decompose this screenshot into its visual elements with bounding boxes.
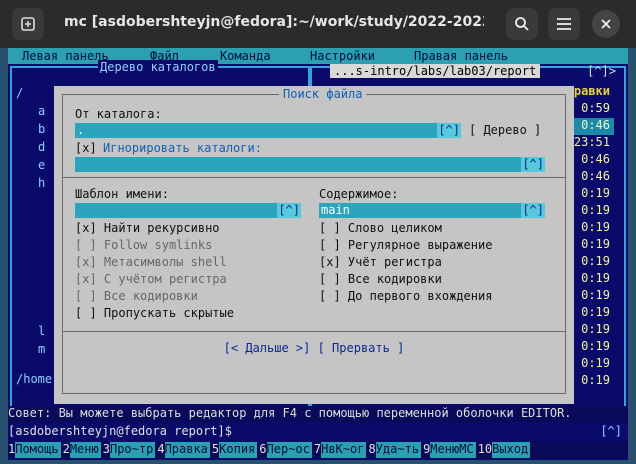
prompt-text: [asdobershteyjn@fedora report]$ bbox=[8, 424, 232, 438]
fkey-copy[interactable]: 5 Копия bbox=[212, 442, 258, 458]
terminal-area: Левая панель Файл Команда Настройки Прав… bbox=[8, 48, 628, 460]
from-dir-label: От каталога: bbox=[75, 107, 162, 121]
hamburger-menu-icon bbox=[557, 18, 571, 30]
menu-right-panel[interactable]: Правая панель bbox=[414, 49, 508, 63]
tree-item[interactable]: l bbox=[38, 324, 45, 338]
option-recursive[interactable]: [x] Найти рекурсивно bbox=[75, 221, 220, 235]
tree-item[interactable]: e bbox=[38, 158, 45, 172]
dialog-button-row: [< Дальше >] [ Прервать ] bbox=[63, 341, 565, 355]
menu-command[interactable]: Команда bbox=[220, 49, 271, 63]
fkey-mkdir[interactable]: 7 НвК~ог bbox=[314, 442, 367, 458]
abort-button[interactable]: [ Прервать ] bbox=[318, 341, 405, 355]
option-whole-words[interactable]: [ ] Слово целиком bbox=[319, 221, 442, 235]
name-pattern-input[interactable]: [^] bbox=[75, 203, 301, 218]
tree-item[interactable]: b bbox=[38, 122, 45, 136]
close-icon bbox=[601, 19, 611, 29]
menu-left-panel[interactable]: Левая панель bbox=[22, 49, 109, 63]
content-label: Содержимое: bbox=[319, 187, 399, 201]
window-title: mc [asdobershteyjn@fedora]:~/work/study/… bbox=[64, 14, 484, 30]
fkey-delete[interactable]: 8 Уда~ть bbox=[368, 442, 422, 458]
shell-prompt[interactable]: [asdobershteyjn@fedora report]$ [^] bbox=[8, 424, 628, 440]
tree-item[interactable]: h bbox=[38, 176, 45, 190]
from-dir-value: . bbox=[77, 123, 85, 137]
left-panel-title: Дерево каталогов bbox=[98, 60, 218, 74]
tree-button[interactable]: [ Дерево ] bbox=[469, 123, 541, 137]
dialog-title: Поиск файла bbox=[279, 87, 367, 101]
content-input[interactable]: main [^] bbox=[319, 203, 545, 218]
left-panel-path: /home bbox=[16, 372, 53, 386]
ignore-dirs-history-button[interactable]: [^] bbox=[521, 157, 545, 172]
search-icon bbox=[515, 17, 529, 31]
fkey-move[interactable]: 6 Пер~ос bbox=[259, 442, 312, 458]
name-pattern-label: Шаблон имени: bbox=[75, 187, 169, 201]
dialog-separator bbox=[63, 331, 565, 332]
option-follow-symlinks[interactable]: [ ] Follow symlinks bbox=[75, 238, 212, 252]
hint-bar: Совет: Вы можете выбрать редактор для F4… bbox=[8, 406, 628, 422]
fkey-edit[interactable]: 4 Правка bbox=[157, 442, 210, 458]
tree-root[interactable]: / bbox=[16, 86, 23, 100]
ignore-dirs-label: Игнорировать каталоги: bbox=[103, 141, 262, 155]
ignore-dirs-input[interactable]: [^] bbox=[75, 157, 545, 172]
option-name-case[interactable]: [x] С учётом регистра bbox=[75, 272, 227, 286]
window-titlebar: mc [asdobershteyjn@fedora]:~/work/study/… bbox=[0, 0, 636, 48]
fkey-view[interactable]: 3 Про~тр bbox=[103, 442, 156, 458]
next-button[interactable]: [< Дальше >] bbox=[224, 341, 311, 355]
plus-icon bbox=[21, 17, 35, 31]
fkey-quit[interactable]: 10 Выход bbox=[478, 442, 531, 458]
option-content-all-charsets[interactable]: [ ] Все кодировки bbox=[319, 272, 442, 286]
option-shell-patterns[interactable]: [x] Метасимволы shell bbox=[75, 255, 227, 269]
right-panel-path: ...s-intro/labs/lab03/report bbox=[330, 64, 541, 78]
right-panel-history-tag[interactable]: [^]> bbox=[587, 64, 616, 78]
from-dir-input[interactable]: . [^] bbox=[75, 123, 461, 138]
new-tab-button[interactable] bbox=[12, 8, 44, 40]
fkey-help[interactable]: 1 Помощь bbox=[8, 442, 61, 458]
close-window-button[interactable] bbox=[592, 10, 620, 38]
menu-button[interactable] bbox=[548, 8, 580, 40]
content-value: main bbox=[321, 203, 350, 217]
fkey-usermenu[interactable]: 9 МенюМС bbox=[423, 442, 476, 458]
prompt-history-tag[interactable]: [^] bbox=[600, 424, 622, 438]
function-key-bar: 1 Помощь 2 Меню 3 Про~тр 4 Правка 5 Копия 6 Пе… bbox=[8, 442, 628, 458]
dialog-frame: Поиск файла От каталога: . [^] [ Дерево … bbox=[62, 87, 566, 394]
menu-settings[interactable]: Настройки bbox=[310, 49, 375, 63]
option-first-hit[interactable]: [ ] До первого вхождения bbox=[319, 289, 492, 303]
tree-item[interactable]: a bbox=[38, 104, 45, 118]
ignore-dirs-checkbox[interactable]: [x] bbox=[75, 141, 97, 155]
option-name-all-charsets[interactable]: [ ] Все кодировки bbox=[75, 289, 198, 303]
dialog-separator bbox=[63, 177, 565, 178]
name-pattern-history-button[interactable]: [^] bbox=[277, 203, 301, 218]
option-skip-hidden[interactable]: [ ] Пропускать скрытые bbox=[75, 306, 234, 320]
option-regexp[interactable]: [ ] Регулярное выражение bbox=[319, 238, 492, 252]
tree-item[interactable]: d bbox=[38, 140, 45, 154]
from-dir-history-button[interactable]: [^] bbox=[437, 123, 461, 138]
tree-item[interactable]: m bbox=[38, 342, 45, 356]
fkey-menu[interactable]: 2 Меню bbox=[63, 442, 101, 458]
option-content-case[interactable]: [x] Учёт регистра bbox=[319, 255, 442, 269]
content-history-button[interactable]: [^] bbox=[521, 203, 545, 218]
search-button[interactable] bbox=[506, 8, 538, 40]
find-file-dialog: Поиск файла От каталога: . [^] [ Дерево … bbox=[54, 86, 574, 404]
